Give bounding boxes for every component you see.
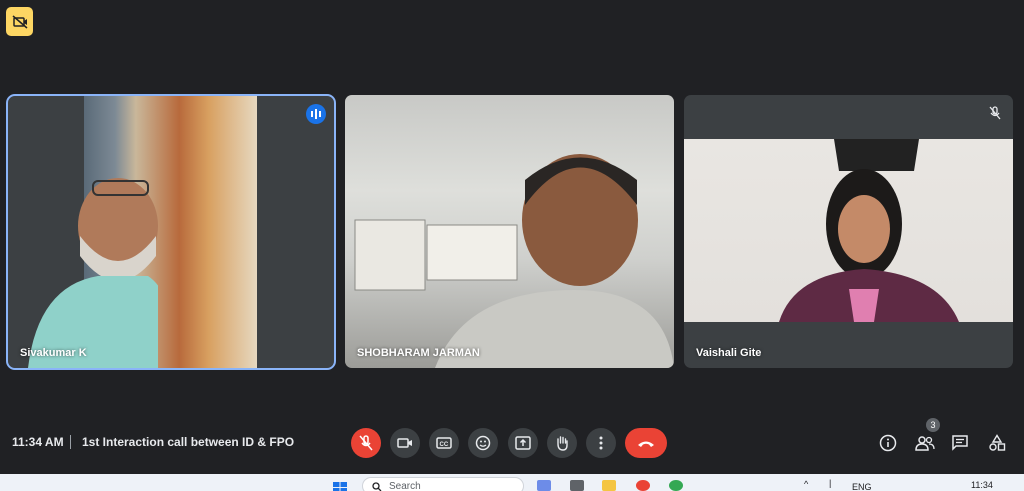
divider [70, 435, 71, 449]
meeting-title: 1st Interaction call between ID & FPO [82, 435, 295, 449]
muted-mic-icon [985, 103, 1005, 123]
participant-tile-1[interactable]: Sivakumar K [6, 94, 336, 370]
mic-off-button[interactable] [351, 428, 381, 458]
captions-button[interactable]: CC [429, 428, 459, 458]
search-icon [372, 482, 382, 491]
activities-icon[interactable] [987, 433, 1007, 453]
tray-chevron-icon[interactable]: ^ [804, 479, 808, 489]
language-indicator[interactable]: ENG [852, 482, 872, 491]
camera-button[interactable] [390, 428, 420, 458]
participant-name: Vaishali Gite [696, 347, 762, 359]
chrome-icon[interactable] [636, 480, 650, 491]
app-icon[interactable] [570, 480, 584, 491]
reactions-button[interactable] [468, 428, 498, 458]
present-screen-button[interactable] [508, 428, 538, 458]
participant-figure [28, 178, 158, 368]
os-taskbar: Search ^ | ENG 11:34 [0, 474, 1024, 491]
more-options-button[interactable] [586, 428, 616, 458]
search-placeholder: Search [389, 481, 421, 491]
people-count-badge: 3 [926, 418, 940, 432]
participant-tile-2[interactable]: SHOBHARAM JARMAN [345, 95, 674, 368]
meeting-details-icon[interactable] [878, 433, 898, 453]
people-icon[interactable] [915, 433, 935, 453]
speaking-indicator-icon [306, 104, 326, 124]
raise-hand-button[interactable] [547, 428, 577, 458]
tray-icon[interactable]: | [829, 478, 831, 488]
participant-figure [354, 154, 674, 368]
participant-tile-3[interactable]: Vaishali Gite [684, 95, 1013, 368]
chat-icon[interactable] [950, 433, 970, 453]
participant-name: SHOBHARAM JARMAN [357, 347, 480, 359]
copilot-icon[interactable] [537, 480, 551, 491]
file-explorer-icon[interactable] [602, 480, 616, 491]
start-icon[interactable] [333, 480, 347, 491]
recording-indicator-icon[interactable] [6, 7, 33, 36]
participant-name: Sivakumar K [20, 347, 87, 359]
meeting-time: 11:34 AM [12, 435, 64, 449]
chrome-profile-icon[interactable] [669, 480, 683, 491]
svg-text:CC: CC [440, 442, 449, 448]
taskbar-search-input[interactable]: Search [362, 477, 524, 491]
end-call-button[interactable] [625, 428, 667, 458]
participant-figure [779, 139, 959, 322]
system-clock[interactable]: 11:34 [971, 480, 993, 490]
